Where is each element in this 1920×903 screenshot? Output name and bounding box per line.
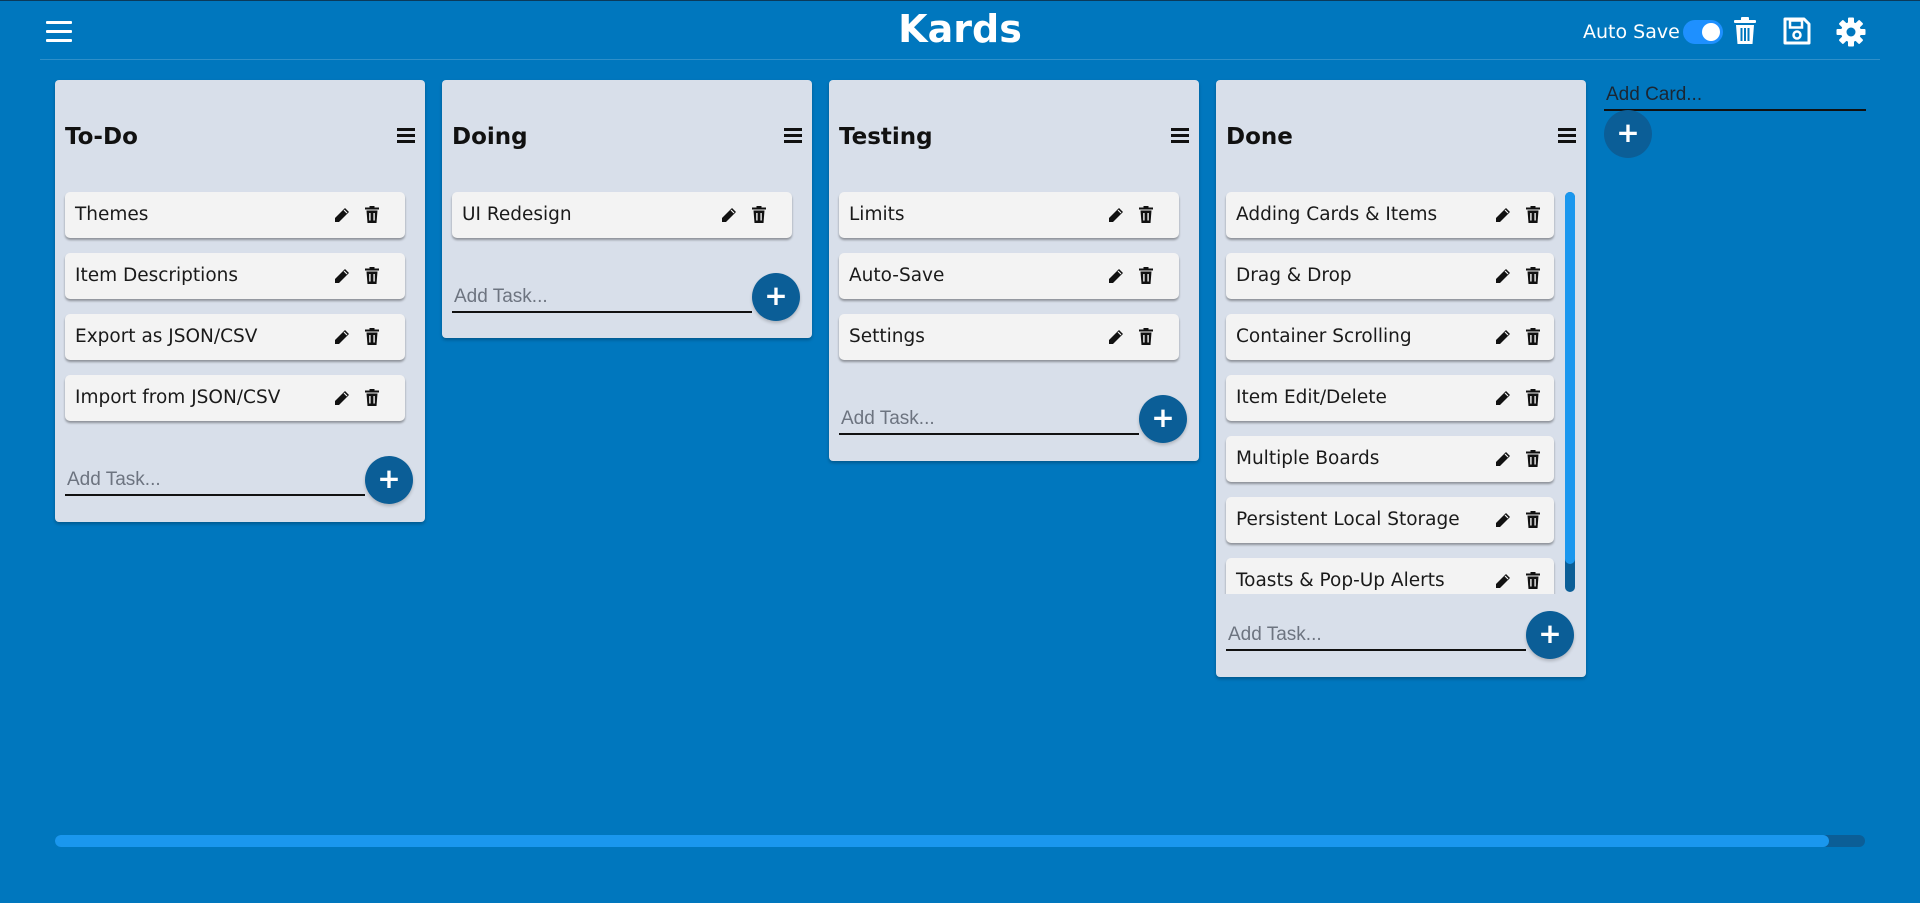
edit-pencil-icon[interactable] [721, 207, 737, 227]
scrollbar-thumb[interactable] [55, 835, 1829, 847]
delete-trash-icon[interactable] [1526, 267, 1540, 288]
edit-pencil-icon[interactable] [1495, 390, 1511, 410]
add-task-button[interactable]: + [365, 456, 413, 504]
task-label: UI Redesign [462, 204, 572, 225]
card-menu-icon[interactable] [1171, 128, 1189, 144]
add-card-input[interactable] [1604, 80, 1866, 111]
delete-trash-icon[interactable] [1139, 328, 1153, 349]
task-label: Settings [849, 326, 925, 347]
edit-pencil-icon[interactable] [1108, 207, 1124, 227]
card-to-do: To-Do Themes Item Descriptions Export as… [55, 80, 425, 522]
delete-trash-icon[interactable] [1526, 328, 1540, 349]
edit-pencil-icon[interactable] [1495, 268, 1511, 288]
delete-trash-icon[interactable] [1139, 267, 1153, 288]
task-label: Drag & Drop [1236, 265, 1352, 286]
add-task-button[interactable]: + [752, 273, 800, 321]
task-label: Themes [75, 204, 149, 225]
auto-save-toggle[interactable] [1683, 20, 1723, 44]
delete-trash-icon[interactable] [1526, 511, 1540, 532]
add-task-input[interactable] [839, 405, 1139, 435]
edit-pencil-icon[interactable] [1108, 329, 1124, 349]
done-task-list[interactable]: Adding Cards & Items Drag & Drop Contain… [1216, 80, 1586, 594]
card-title: Testing [839, 124, 933, 150]
task-label: Toasts & Pop-Up Alerts [1236, 570, 1445, 591]
delete-trash-icon[interactable] [1526, 206, 1540, 227]
settings-gear-icon[interactable] [1836, 17, 1866, 51]
delete-trash-icon[interactable] [1526, 450, 1540, 471]
add-task-input[interactable] [452, 283, 752, 313]
edit-pencil-icon[interactable] [1495, 329, 1511, 349]
card-title: Doing [452, 124, 528, 150]
task-item[interactable]: Multiple Boards [1226, 436, 1554, 482]
delete-trash-icon[interactable] [365, 206, 379, 227]
task-item[interactable]: Item Edit/Delete [1226, 375, 1554, 421]
task-label: Export as JSON/CSV [75, 326, 258, 347]
edit-pencil-icon[interactable] [334, 268, 350, 288]
task-item[interactable]: Adding Cards & Items [1226, 192, 1554, 238]
task-item[interactable]: Export as JSON/CSV [65, 314, 405, 360]
header-divider [40, 59, 1880, 60]
task-label: Limits [849, 204, 905, 225]
task-item[interactable]: Container Scrolling [1226, 314, 1554, 360]
task-item[interactable]: Toasts & Pop-Up Alerts [1226, 558, 1554, 594]
task-item[interactable]: Limits [839, 192, 1179, 238]
task-label: Item Descriptions [75, 265, 238, 286]
add-card-button[interactable]: + [1604, 110, 1652, 158]
task-label: Persistent Local Storage [1236, 509, 1460, 530]
add-task-input[interactable] [65, 466, 365, 496]
task-label: Adding Cards & Items [1236, 204, 1438, 225]
scrollbar-thumb[interactable] [1565, 192, 1575, 564]
card-title: To-Do [65, 124, 138, 150]
delete-trash-icon[interactable] [365, 328, 379, 349]
card-done: Done Adding Cards & Items Drag & Drop Co… [1216, 80, 1586, 677]
delete-board-icon[interactable] [1733, 17, 1757, 49]
edit-pencil-icon[interactable] [334, 207, 350, 227]
delete-trash-icon[interactable] [1526, 389, 1540, 410]
task-item[interactable]: Settings [839, 314, 1179, 360]
edit-pencil-icon[interactable] [334, 390, 350, 410]
delete-trash-icon[interactable] [1139, 206, 1153, 227]
auto-save-label: Auto Save [1583, 21, 1680, 43]
delete-trash-icon[interactable] [1526, 572, 1540, 593]
delete-trash-icon[interactable] [365, 389, 379, 410]
task-item[interactable]: Item Descriptions [65, 253, 405, 299]
app-header: Kards Auto Save [0, 0, 1920, 60]
edit-pencil-icon[interactable] [1108, 268, 1124, 288]
task-item[interactable]: UI Redesign [452, 192, 792, 238]
edit-pencil-icon[interactable] [1495, 512, 1511, 532]
delete-trash-icon[interactable] [752, 206, 766, 227]
add-task-input[interactable] [1226, 621, 1526, 651]
task-item[interactable]: Drag & Drop [1226, 253, 1554, 299]
add-task-button[interactable]: + [1139, 395, 1187, 443]
card-testing: Testing Limits Auto-Save Settings + [829, 80, 1199, 461]
add-task-button[interactable]: + [1526, 611, 1574, 659]
task-item[interactable]: Persistent Local Storage [1226, 497, 1554, 543]
save-icon[interactable] [1783, 17, 1811, 49]
board-horizontal-scrollbar[interactable] [55, 835, 1865, 847]
task-label: Item Edit/Delete [1236, 387, 1387, 408]
edit-pencil-icon[interactable] [1495, 451, 1511, 471]
task-item[interactable]: Themes [65, 192, 405, 238]
task-label: Auto-Save [849, 265, 945, 286]
card-menu-icon[interactable] [397, 128, 415, 144]
task-item[interactable]: Import from JSON/CSV [65, 375, 405, 421]
card-doing: Doing UI Redesign + [442, 80, 812, 338]
edit-pencil-icon[interactable] [1495, 573, 1511, 593]
edit-pencil-icon[interactable] [334, 329, 350, 349]
task-label: Container Scrolling [1236, 326, 1412, 347]
task-label: Import from JSON/CSV [75, 387, 281, 408]
edit-pencil-icon[interactable] [1495, 207, 1511, 227]
done-vertical-scrollbar[interactable] [1565, 192, 1575, 592]
task-item[interactable]: Auto-Save [839, 253, 1179, 299]
delete-trash-icon[interactable] [365, 267, 379, 288]
task-label: Multiple Boards [1236, 448, 1380, 469]
card-menu-icon[interactable] [784, 128, 802, 144]
